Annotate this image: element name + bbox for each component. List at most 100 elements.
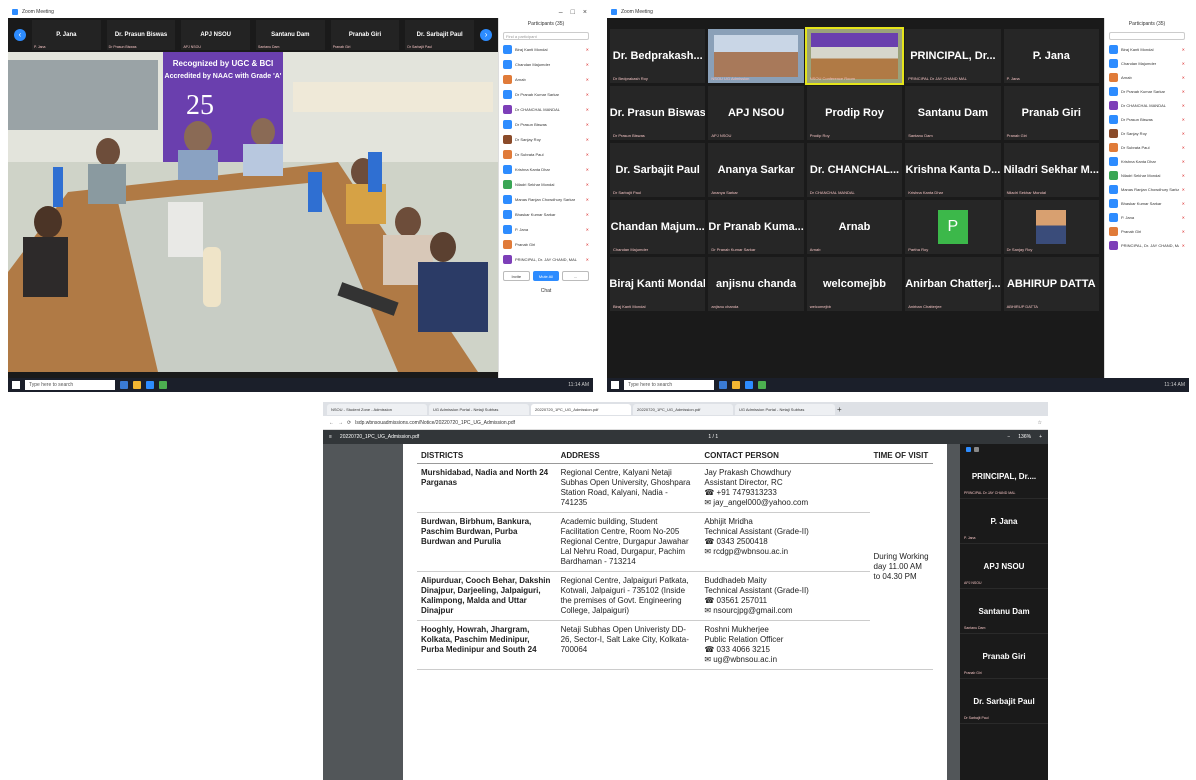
mic-muted-icon[interactable]: ✕ bbox=[586, 227, 589, 232]
participant-tile[interactable]: ABHIRUP DATTA ABHIRUP DATTA bbox=[1003, 257, 1099, 311]
explorer-icon[interactable] bbox=[732, 381, 740, 389]
mic-muted-icon[interactable]: ✕ bbox=[1182, 75, 1185, 80]
participant-row[interactable]: Bhaskar Kumar Sarkar ✕ bbox=[499, 207, 593, 222]
zoom-app-icon[interactable] bbox=[745, 381, 753, 389]
invite-button[interactable]: Invite bbox=[503, 271, 530, 281]
browser-tab[interactable]: 20220720_1PC_UG_Admission.pdf bbox=[633, 403, 733, 415]
explorer-icon[interactable] bbox=[133, 381, 141, 389]
mic-muted-icon[interactable]: ✕ bbox=[586, 257, 589, 262]
participant-tile[interactable]: anjisnu chanda anjisnu chanda bbox=[708, 257, 804, 311]
participant-row[interactable]: Dr Pranab Kumar Sarkar ✕ bbox=[1105, 84, 1189, 98]
participant-tile[interactable]: Pranab Giri Pranab Giri bbox=[1003, 86, 1099, 140]
participant-tile[interactable]: Arnab Arnab bbox=[806, 200, 903, 254]
participant-row[interactable]: P. Jana ✕ bbox=[1105, 210, 1189, 224]
zoom-in-icon[interactable]: + bbox=[1039, 434, 1042, 440]
participant-tile[interactable]: Santanu Dam Santanu Dam bbox=[905, 86, 1001, 140]
participant-tile[interactable]: Dr. Prasun Biswas Dr Prasun Biswas bbox=[610, 86, 706, 140]
gallery-tile[interactable]: Pranab Giri Pranab Giri bbox=[330, 20, 400, 50]
participant-search-input[interactable]: Find a participant bbox=[503, 32, 589, 40]
participant-tile[interactable]: NSOU Conference Room bbox=[804, 27, 905, 85]
browser-tab[interactable]: UG Admission Portal - Netaji Subhas bbox=[429, 403, 529, 415]
mic-muted-icon[interactable]: ✕ bbox=[586, 62, 589, 67]
participant-row[interactable]: Dr Pranab Kumar Sarkar ✕ bbox=[499, 87, 593, 102]
participant-tile[interactable]: Krishna Kanta D... Krishna Kanta Dhar bbox=[905, 143, 1001, 197]
mic-muted-icon[interactable]: ✕ bbox=[586, 92, 589, 97]
participant-row[interactable]: Krishna Kanta Dhar ✕ bbox=[499, 162, 593, 177]
gallery-tile[interactable]: Dr. Sarbajit Paul Dr Sarbajit Paul bbox=[405, 20, 475, 50]
gallery-tile[interactable]: Santanu Dam Santanu Dam bbox=[256, 20, 325, 50]
mini-participant-tile[interactable]: APJ NSOU APJ NSOU bbox=[960, 544, 1048, 589]
mic-muted-icon[interactable]: ✕ bbox=[1182, 159, 1185, 164]
url-input[interactable]: lsdp.wbnsouadmissions.com/Notice/2022072… bbox=[355, 420, 1033, 426]
participant-tile[interactable]: Anirban Chatterj... Anirban Chatterjee bbox=[905, 257, 1001, 311]
participant-row[interactable]: Dr Sanjay Roy ✕ bbox=[1105, 126, 1189, 140]
start-icon[interactable] bbox=[611, 381, 619, 389]
zoom-app-icon[interactable] bbox=[146, 381, 154, 389]
chrome-icon[interactable] bbox=[758, 381, 766, 389]
participant-tile[interactable]: APJ NSOU APJ NSOU bbox=[708, 86, 804, 140]
participant-tile[interactable]: NSOU UG Admission bbox=[708, 29, 804, 83]
mic-muted-icon[interactable]: ✕ bbox=[586, 137, 589, 142]
participant-tile[interactable]: Dr Pranab Kuma... Dr Pranab Kumar Sarkar bbox=[708, 200, 804, 254]
participant-row[interactable]: Chandan Majumder ✕ bbox=[499, 57, 593, 72]
mic-muted-icon[interactable]: ✕ bbox=[1182, 201, 1185, 206]
page-indicator[interactable]: 1 / 1 bbox=[708, 434, 718, 440]
mic-muted-icon[interactable]: ✕ bbox=[586, 197, 589, 202]
participant-row[interactable]: PRINCIPAL, Dr. JAY CHAND, MAL ✕ bbox=[499, 252, 593, 267]
participant-row[interactable]: Manas Ranjan Chowdhury Sarkar ✕ bbox=[499, 192, 593, 207]
participant-tile[interactable]: Ananya Sarkar Ananya Sarkar bbox=[708, 143, 804, 197]
mic-muted-icon[interactable]: ✕ bbox=[586, 152, 589, 157]
mini-participant-tile[interactable]: PRINCIPAL, Dr.... PRINCIPAL Dr JAY CHAND … bbox=[960, 454, 1048, 499]
participant-row[interactable]: Manas Ranjan Chowdhury Sarkar ✕ bbox=[1105, 182, 1189, 196]
mic-muted-icon[interactable]: ✕ bbox=[1182, 61, 1185, 66]
mini-participant-tile[interactable]: P. Jana P. Jana bbox=[960, 499, 1048, 544]
gallery-prev-icon[interactable]: ‹ bbox=[14, 29, 26, 41]
participant-tile[interactable]: Dr. Bedprakash... Dr Bedprakash Roy bbox=[610, 29, 706, 83]
participant-row[interactable]: PRINCIPAL, Dr. JAY CHAND, MAL ✕ bbox=[1105, 238, 1189, 252]
menu-icon[interactable]: ≡ bbox=[329, 434, 332, 440]
participant-tile[interactable]: welcomejbb welcomejbb bbox=[806, 257, 903, 311]
participant-tile[interactable]: Prodip Roy Prodip Roy bbox=[806, 86, 903, 140]
chrome-icon[interactable] bbox=[159, 381, 167, 389]
participant-tile[interactable]: PRINCIPAL, Dr... PRINCIPAL Dr JAY CHAND M… bbox=[905, 29, 1001, 83]
mic-muted-icon[interactable]: ✕ bbox=[1182, 89, 1185, 94]
mic-muted-icon[interactable]: ✕ bbox=[1182, 229, 1185, 234]
mini-participant-tile[interactable]: Dr. Sarbajit Paul Dr Sarbajit Paul bbox=[960, 679, 1048, 724]
participant-row[interactable]: Biraj Kanti Mondal ✕ bbox=[499, 42, 593, 57]
back-icon[interactable]: ← bbox=[329, 420, 334, 426]
participant-row[interactable]: Dr Sanjay Roy ✕ bbox=[499, 132, 593, 147]
mic-muted-icon[interactable]: ✕ bbox=[586, 242, 589, 247]
taskbar-search[interactable]: Type here to search bbox=[624, 380, 714, 390]
reload-icon[interactable]: ⟳ bbox=[347, 420, 351, 426]
browser-tab[interactable]: UG Admission Portal - Netaji Subhas bbox=[735, 403, 835, 415]
taskview-icon[interactable] bbox=[719, 381, 727, 389]
participant-row[interactable]: Krishna Kanta Dhar ✕ bbox=[1105, 154, 1189, 168]
maximize-icon[interactable]: □ bbox=[571, 9, 575, 16]
participant-row[interactable]: Pranab Giri ✕ bbox=[1105, 224, 1189, 238]
mini-participant-tile[interactable]: Pranab Giri Pranab Giri bbox=[960, 634, 1048, 679]
participant-tile[interactable]: Dr Sanjay Roy bbox=[1003, 200, 1099, 254]
participant-row[interactable]: Biraj Kanti Mondal ✕ bbox=[1105, 42, 1189, 56]
participant-row[interactable]: Dr Subrata Paul ✕ bbox=[1105, 140, 1189, 154]
mic-muted-icon[interactable]: ✕ bbox=[586, 212, 589, 217]
participant-row[interactable]: Pranab Giri ✕ bbox=[499, 237, 593, 252]
mic-muted-icon[interactable]: ✕ bbox=[586, 47, 589, 52]
participant-row[interactable]: Dr Subrata Paul ✕ bbox=[499, 147, 593, 162]
participant-row[interactable]: Niladri Sekhar Mondal ✕ bbox=[499, 177, 593, 192]
mic-muted-icon[interactable]: ✕ bbox=[1182, 117, 1185, 122]
mic-muted-icon[interactable]: ✕ bbox=[1182, 215, 1185, 220]
start-icon[interactable] bbox=[12, 381, 20, 389]
participant-row[interactable]: Dr CHANCHAL MANDAL ✕ bbox=[1105, 98, 1189, 112]
participant-tile[interactable]: Dr. Sarbajit Paul Dr Sarbajit Paul bbox=[610, 143, 706, 197]
minimize-icon[interactable]: – bbox=[559, 9, 563, 16]
new-tab-icon[interactable]: + bbox=[837, 405, 842, 414]
mic-muted-icon[interactable]: ✕ bbox=[1182, 47, 1185, 52]
participant-tile[interactable]: P. Jana P. Jana bbox=[1003, 29, 1099, 83]
participant-row[interactable]: Chandan Majumder ✕ bbox=[1105, 56, 1189, 70]
participant-tile[interactable]: Niladri Sekhar M... Niladri Sekhar Mondal bbox=[1003, 143, 1099, 197]
mic-muted-icon[interactable]: ✕ bbox=[586, 77, 589, 82]
participant-row[interactable]: Niladri Sekhar Mondal ✕ bbox=[1105, 168, 1189, 182]
participant-tile[interactable]: Chandan Majum... Chandan Majumder bbox=[610, 200, 706, 254]
browser-tab[interactable]: 20220720_1PC_UG_Admission.pdf bbox=[531, 403, 631, 415]
mini-participant-tile[interactable]: Santanu Dam Santanu Dam bbox=[960, 589, 1048, 634]
